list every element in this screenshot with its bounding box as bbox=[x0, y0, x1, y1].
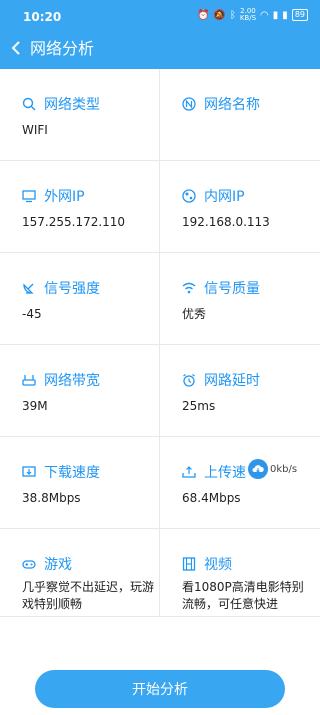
signal-quality-value: 优秀 bbox=[182, 307, 207, 321]
app-header: 10:20 ⏰ 🔕 ᛒ 2.00 KB/S ◠ ▮ ▮ 89 网络分析 bbox=[0, 0, 320, 69]
film-icon bbox=[182, 557, 196, 571]
network-speed-indicator: 2.00 KB/S bbox=[239, 7, 257, 22]
status-icons: ⏰ 🔕 ᛒ 2.00 KB/S ◠ ▮ ▮ 89 bbox=[197, 8, 308, 22]
latency-cell: 网路延时 25ms bbox=[160, 345, 320, 436]
upload-speed-value: 68.4Mbps bbox=[182, 491, 241, 505]
grid-row: 下载速度 38.8Mbps 上传速 0kb/s 68.4Mbps bbox=[0, 437, 320, 529]
status-bar: 10:20 ⏰ 🔕 ᛒ 2.00 KB/S ◠ ▮ ▮ 89 bbox=[0, 0, 320, 34]
analysis-grid: 网络类型 WIFI 网络名称 外网IP 157.255.172.110 内网IP bbox=[0, 69, 320, 617]
bandwidth-value: 39M bbox=[22, 399, 48, 413]
floating-speed-widget[interactable]: 0kb/s bbox=[248, 459, 297, 479]
wifi-signal-icon bbox=[182, 282, 196, 294]
back-arrow-icon[interactable] bbox=[8, 38, 26, 58]
network-type-icon bbox=[22, 97, 36, 111]
download-speed-value: 38.8Mbps bbox=[22, 491, 81, 505]
signal-strength-value: -45 bbox=[22, 307, 42, 321]
network-type-label: 网络类型 bbox=[44, 97, 100, 113]
bandwidth-label: 网络带宽 bbox=[44, 373, 100, 389]
router-icon bbox=[22, 375, 36, 386]
globe-icon bbox=[182, 189, 196, 203]
video-cell: 视频 看1080P高清电影特别流畅，可任意快进 bbox=[160, 529, 320, 616]
wifi-icon: ◠ bbox=[260, 9, 269, 21]
satellite-dish-icon bbox=[23, 283, 34, 294]
signal-quality-cell: 信号质量 优秀 bbox=[160, 253, 320, 344]
start-analysis-button[interactable]: 开始分析 bbox=[35, 670, 285, 708]
upload-icon bbox=[182, 466, 196, 478]
upload-speed-cell: 上传速 0kb/s 68.4Mbps bbox=[160, 437, 320, 528]
monitor-icon bbox=[22, 190, 36, 203]
external-ip-cell: 外网IP 157.255.172.110 bbox=[0, 161, 160, 252]
floating-speed-text: 0kb/s bbox=[270, 463, 298, 475]
network-name-icon bbox=[182, 97, 196, 111]
grid-row: 游戏 几乎察觉不出延迟，玩游戏特别顺畅 视频 看1080P高清电影特别流畅，可任… bbox=[0, 529, 320, 617]
bandwidth-cell: 网络带宽 39M bbox=[0, 345, 160, 436]
grid-row: 外网IP 157.255.172.110 内网IP 192.168.0.113 bbox=[0, 161, 320, 253]
status-time: 10:20 bbox=[23, 10, 62, 24]
internal-ip-cell: 内网IP 192.168.0.113 bbox=[160, 161, 320, 252]
video-label: 视频 bbox=[204, 557, 232, 573]
video-value: 看1080P高清电影特别流畅，可任意快进 bbox=[182, 580, 304, 611]
download-icon bbox=[22, 466, 36, 477]
latency-label: 网路延时 bbox=[204, 373, 260, 389]
signal-quality-label: 信号质量 bbox=[204, 281, 260, 297]
grid-row: 网络类型 WIFI 网络名称 bbox=[0, 69, 320, 161]
network-type-value: WIFI bbox=[22, 123, 48, 137]
network-type-cell: 网络类型 WIFI bbox=[0, 69, 160, 160]
game-value: 几乎察觉不出延迟，玩游戏特别顺畅 bbox=[22, 580, 155, 611]
latency-value: 25ms bbox=[182, 399, 216, 413]
bluetooth-icon: ᛒ bbox=[229, 9, 236, 21]
signal-strength-label: 信号强度 bbox=[44, 281, 100, 297]
download-speed-label: 下载速度 bbox=[44, 465, 100, 481]
external-ip-value: 157.255.172.110 bbox=[22, 215, 126, 229]
network-name-cell: 网络名称 bbox=[160, 69, 320, 160]
game-cell: 游戏 几乎察觉不出延迟，玩游戏特别顺畅 bbox=[0, 529, 160, 616]
mute-icon: 🔕 bbox=[213, 9, 226, 21]
alarm-icon: ⏰ bbox=[196, 9, 210, 21]
signal-icon-2: ▮ bbox=[282, 9, 288, 21]
internal-ip-value: 192.168.0.113 bbox=[182, 215, 270, 229]
network-name-label: 网络名称 bbox=[204, 97, 260, 113]
game-label: 游戏 bbox=[44, 557, 72, 573]
page-title: 网络分析 bbox=[30, 39, 95, 58]
gamepad-icon bbox=[22, 560, 36, 569]
alarm-clock-icon bbox=[183, 373, 195, 387]
grid-row: 网络带宽 39M 网路延时 25ms bbox=[0, 345, 320, 437]
upload-speed-label: 上传速 bbox=[204, 465, 246, 481]
battery-icon: 89 bbox=[291, 9, 308, 21]
external-ip-label: 外网IP bbox=[44, 189, 85, 205]
cloud-download-icon bbox=[248, 459, 268, 479]
signal-icon: ▮ bbox=[272, 9, 279, 21]
grid-row: 信号强度 -45 信号质量 优秀 bbox=[0, 253, 320, 345]
download-speed-cell: 下载速度 38.8Mbps bbox=[0, 437, 160, 528]
internal-ip-label: 内网IP bbox=[204, 189, 245, 205]
signal-strength-cell: 信号强度 -45 bbox=[0, 253, 160, 344]
